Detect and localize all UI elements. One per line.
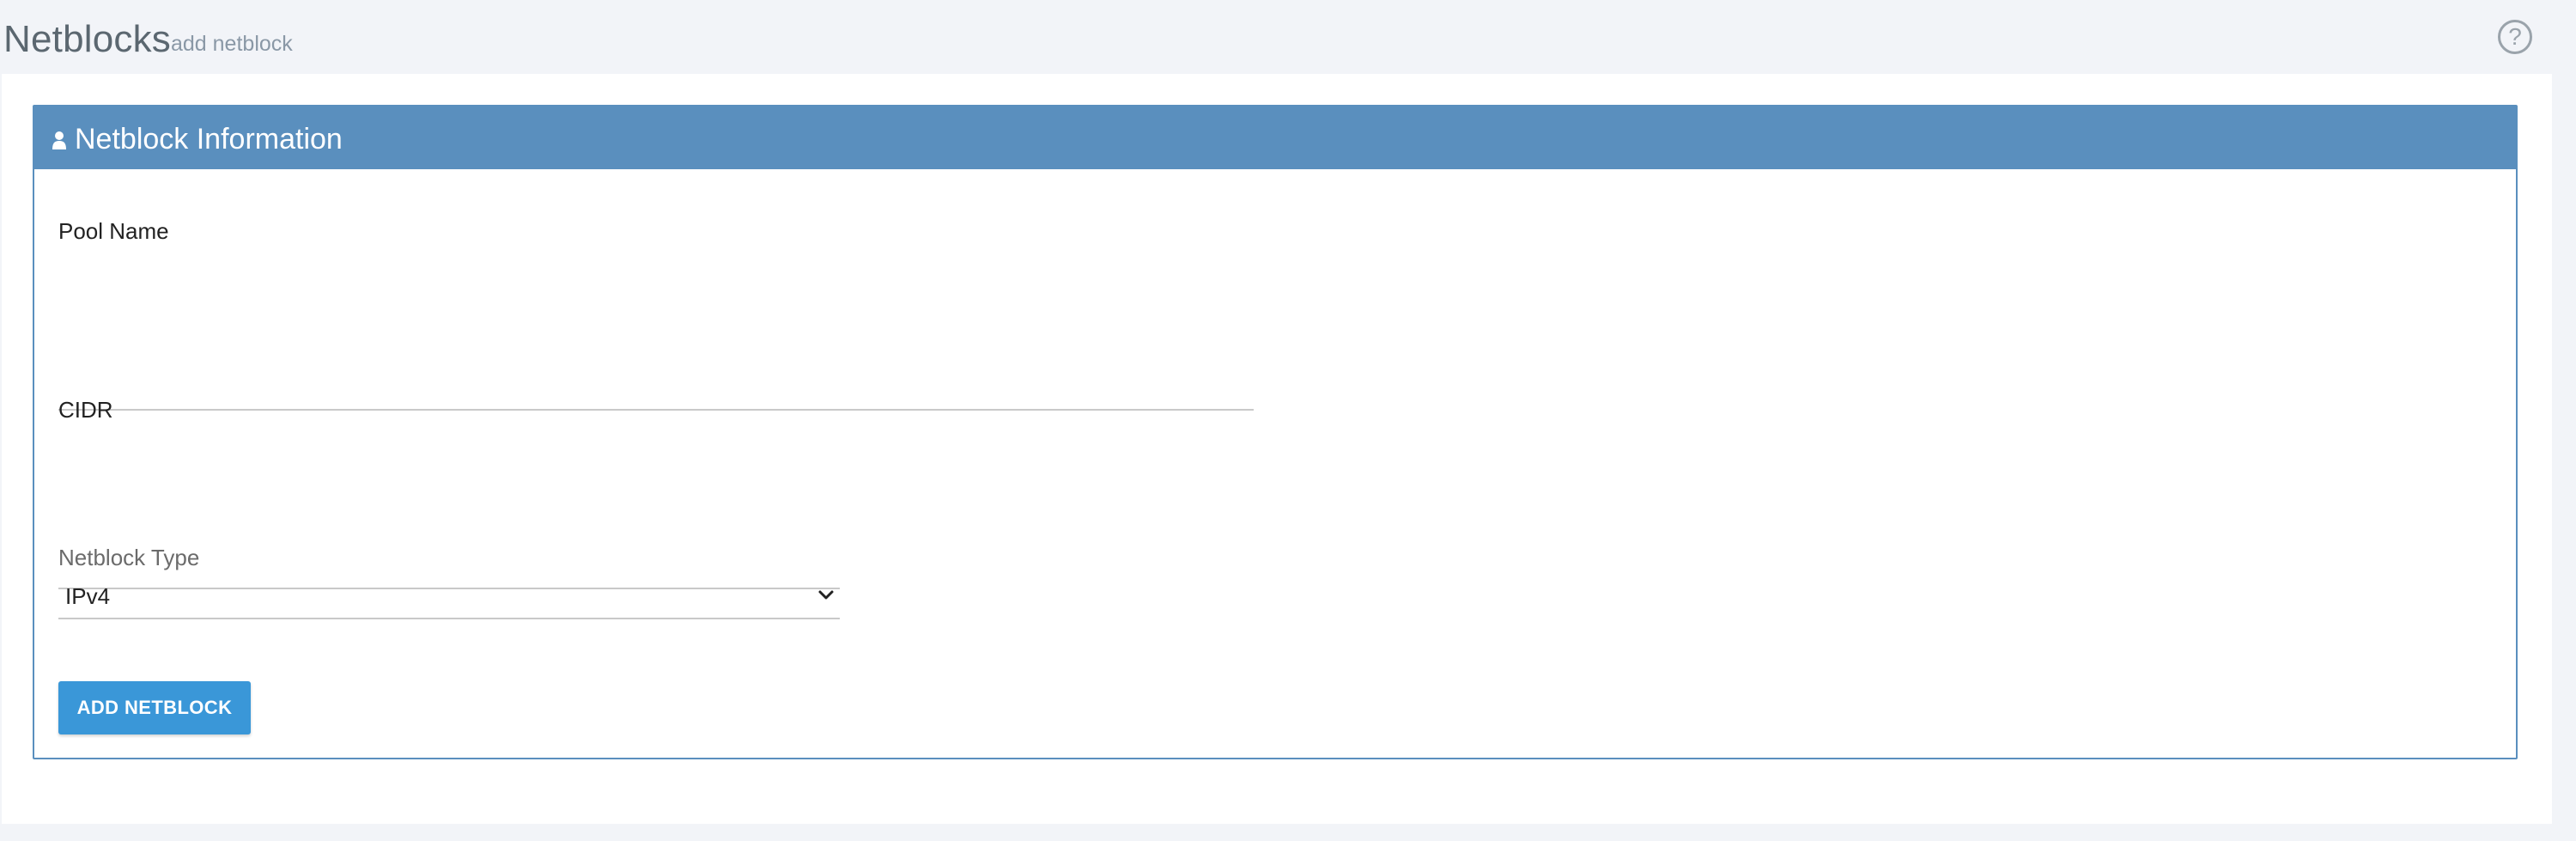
add-netblock-button[interactable]: ADD NETBLOCK [58, 681, 251, 734]
page-subtitle: add netblock [171, 32, 293, 56]
netblock-information-panel: Netblock Information Pool Name CIDR Netb… [33, 105, 2518, 759]
panel-title: Netblock Information [75, 123, 343, 155]
user-icon [52, 131, 66, 149]
netblock-type-select[interactable]: IPv4 [58, 575, 840, 619]
netblock-type-selected-value: IPv4 [65, 583, 111, 609]
cidr-label: CIDR [58, 397, 113, 423]
page-header: Netblocks add netblock ? [0, 0, 2576, 74]
pool-name-label: Pool Name [58, 218, 169, 244]
panel-heading: Netblock Information [34, 107, 2516, 169]
question-circle-icon[interactable]: ? [2498, 20, 2532, 54]
pool-name-input[interactable] [58, 376, 1254, 411]
page-title: Netblocks [3, 18, 171, 60]
netblock-type-label: Netblock Type [58, 545, 200, 570]
chevron-down-icon [818, 590, 834, 600]
